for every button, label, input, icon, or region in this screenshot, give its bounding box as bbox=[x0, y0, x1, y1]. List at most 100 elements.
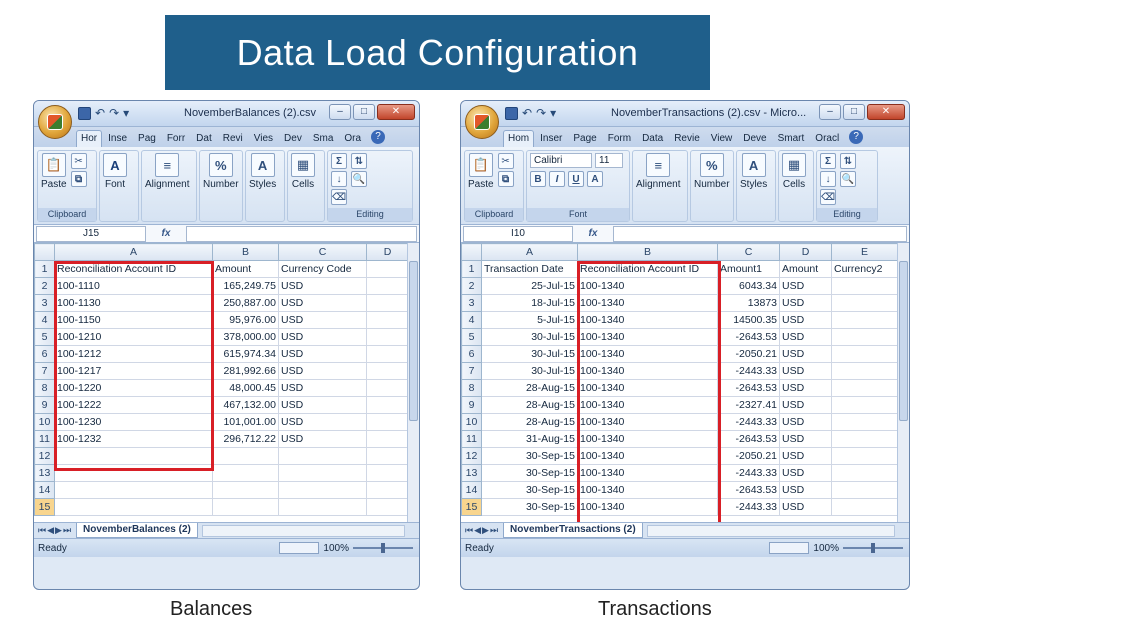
cell[interactable]: -2643.53 bbox=[717, 328, 780, 346]
row-header[interactable]: 13 bbox=[34, 464, 55, 482]
cell[interactable] bbox=[831, 277, 898, 295]
cell[interactable] bbox=[366, 345, 409, 363]
tab-formulas[interactable]: Forr bbox=[162, 130, 190, 147]
zoom-level[interactable]: 100% bbox=[813, 543, 839, 554]
help-icon[interactable]: ? bbox=[371, 130, 386, 144]
cell[interactable]: 101,001.00 bbox=[212, 413, 279, 431]
cell[interactable]: 100-1340 bbox=[577, 413, 718, 431]
cell[interactable]: -2443.33 bbox=[717, 498, 780, 516]
cell[interactable]: 100-1130 bbox=[54, 294, 213, 312]
row-header[interactable]: 4 bbox=[34, 311, 55, 329]
row-header[interactable]: 5 bbox=[34, 328, 55, 346]
tab-review[interactable]: Revie bbox=[669, 130, 705, 147]
spreadsheet-grid[interactable]: A B C D 1 Reconciliation Account ID Amount… bbox=[34, 243, 419, 523]
tab-oracle[interactable]: Oracl bbox=[810, 130, 844, 147]
help-icon[interactable]: ? bbox=[849, 130, 864, 144]
italic-icon[interactable]: I bbox=[549, 171, 565, 187]
cell[interactable]: 28-Aug-15 bbox=[481, 379, 578, 397]
cell[interactable] bbox=[54, 447, 213, 465]
paste-button[interactable]: 📋 Paste bbox=[41, 153, 67, 190]
cell[interactable] bbox=[278, 498, 367, 516]
sheet-nav-icon[interactable]: ⏮◀▶⏭ bbox=[38, 525, 72, 536]
cell[interactable] bbox=[831, 379, 898, 397]
cell[interactable]: 28-Aug-15 bbox=[481, 396, 578, 414]
cell[interactable]: USD bbox=[278, 294, 367, 312]
cell[interactable]: 100-1340 bbox=[577, 277, 718, 295]
formula-input[interactable] bbox=[186, 225, 417, 242]
tab-smart[interactable]: Smart bbox=[773, 130, 810, 147]
cell[interactable]: 100-1340 bbox=[577, 328, 718, 346]
minimize-icon[interactable]: – bbox=[819, 104, 841, 120]
redo-icon[interactable]: ↷ bbox=[536, 106, 546, 120]
cell[interactable]: USD bbox=[779, 294, 832, 312]
cell[interactable]: 30-Jul-15 bbox=[481, 328, 578, 346]
cell[interactable]: USD bbox=[779, 447, 832, 465]
clear-icon[interactable]: ⌫ bbox=[820, 189, 836, 205]
find-icon[interactable]: 🔍 bbox=[840, 171, 856, 187]
grow-font-icon[interactable]: A bbox=[587, 171, 603, 187]
office-button[interactable] bbox=[38, 105, 72, 139]
cell[interactable]: -2443.33 bbox=[717, 413, 780, 431]
vertical-scrollbar[interactable] bbox=[897, 243, 909, 522]
cell[interactable] bbox=[366, 311, 409, 329]
cell[interactable]: USD bbox=[779, 328, 832, 346]
zoom-slider[interactable] bbox=[843, 543, 903, 553]
cell[interactable] bbox=[831, 345, 898, 363]
name-box[interactable]: I10 bbox=[463, 225, 573, 242]
tab-page-layout[interactable]: Pag bbox=[133, 130, 161, 147]
cell[interactable] bbox=[831, 396, 898, 414]
copy-icon[interactable]: ⧉ bbox=[70, 171, 87, 187]
paste-button[interactable]: 📋 Paste bbox=[468, 153, 494, 190]
cell[interactable]: 13873 bbox=[717, 294, 780, 312]
customize-icon[interactable]: ▾ bbox=[123, 106, 129, 120]
styles-button[interactable]: A Styles bbox=[249, 153, 276, 190]
cell[interactable]: 100-1340 bbox=[577, 345, 718, 363]
sort-filter-icon[interactable]: ⇅ bbox=[840, 153, 856, 169]
cell[interactable]: 100-1340 bbox=[577, 481, 718, 499]
save-icon[interactable] bbox=[505, 106, 518, 120]
cell[interactable] bbox=[212, 498, 279, 516]
row-header[interactable]: 2 bbox=[461, 277, 482, 295]
view-buttons[interactable] bbox=[769, 542, 810, 554]
underline-icon[interactable]: U bbox=[568, 171, 584, 187]
cell[interactable]: 100-1232 bbox=[54, 430, 213, 448]
scroll-thumb[interactable] bbox=[409, 261, 418, 421]
cell[interactable] bbox=[366, 464, 409, 482]
cell[interactable]: USD bbox=[278, 430, 367, 448]
formula-input[interactable] bbox=[613, 225, 907, 242]
cell[interactable] bbox=[831, 430, 898, 448]
row-header[interactable]: 13 bbox=[461, 464, 482, 482]
cell[interactable]: 30-Sep-15 bbox=[481, 498, 578, 516]
maximize-icon[interactable]: □ bbox=[843, 104, 865, 120]
cell[interactable] bbox=[212, 464, 279, 482]
select-all-corner[interactable] bbox=[34, 243, 55, 261]
cell[interactable]: USD bbox=[779, 464, 832, 482]
font-size-select[interactable]: 11 bbox=[595, 153, 623, 168]
cell[interactable]: USD bbox=[779, 430, 832, 448]
cell[interactable]: 100-1340 bbox=[577, 311, 718, 329]
cell[interactable] bbox=[212, 447, 279, 465]
maximize-icon[interactable]: □ bbox=[353, 104, 375, 120]
cell[interactable]: -2443.33 bbox=[717, 464, 780, 482]
view-buttons[interactable] bbox=[279, 542, 320, 554]
cell[interactable]: 30-Jul-15 bbox=[481, 345, 578, 363]
sheet-tab[interactable]: NovemberTransactions (2) bbox=[503, 523, 643, 538]
cell[interactable]: 30-Sep-15 bbox=[481, 464, 578, 482]
tab-view[interactable]: Vies bbox=[249, 130, 278, 147]
cell[interactable]: 100-1340 bbox=[577, 464, 718, 482]
number-button[interactable]: % Number bbox=[203, 153, 239, 190]
cell[interactable]: -2327.41 bbox=[717, 396, 780, 414]
alignment-button[interactable]: ≡ Alignment bbox=[636, 153, 680, 190]
cell[interactable] bbox=[831, 481, 898, 499]
cell[interactable]: 296,712.22 bbox=[212, 430, 279, 448]
cell[interactable]: -2643.53 bbox=[717, 481, 780, 499]
row-header[interactable]: 9 bbox=[34, 396, 55, 414]
cell[interactable]: USD bbox=[278, 311, 367, 329]
cell[interactable]: -2050.21 bbox=[717, 447, 780, 465]
row-header[interactable]: 5 bbox=[461, 328, 482, 346]
close-icon[interactable]: ✕ bbox=[377, 104, 415, 120]
row-header[interactable]: 12 bbox=[34, 447, 55, 465]
tab-developer[interactable]: Dev bbox=[279, 130, 307, 147]
function-icon[interactable]: fx bbox=[573, 228, 613, 239]
cell[interactable] bbox=[831, 464, 898, 482]
